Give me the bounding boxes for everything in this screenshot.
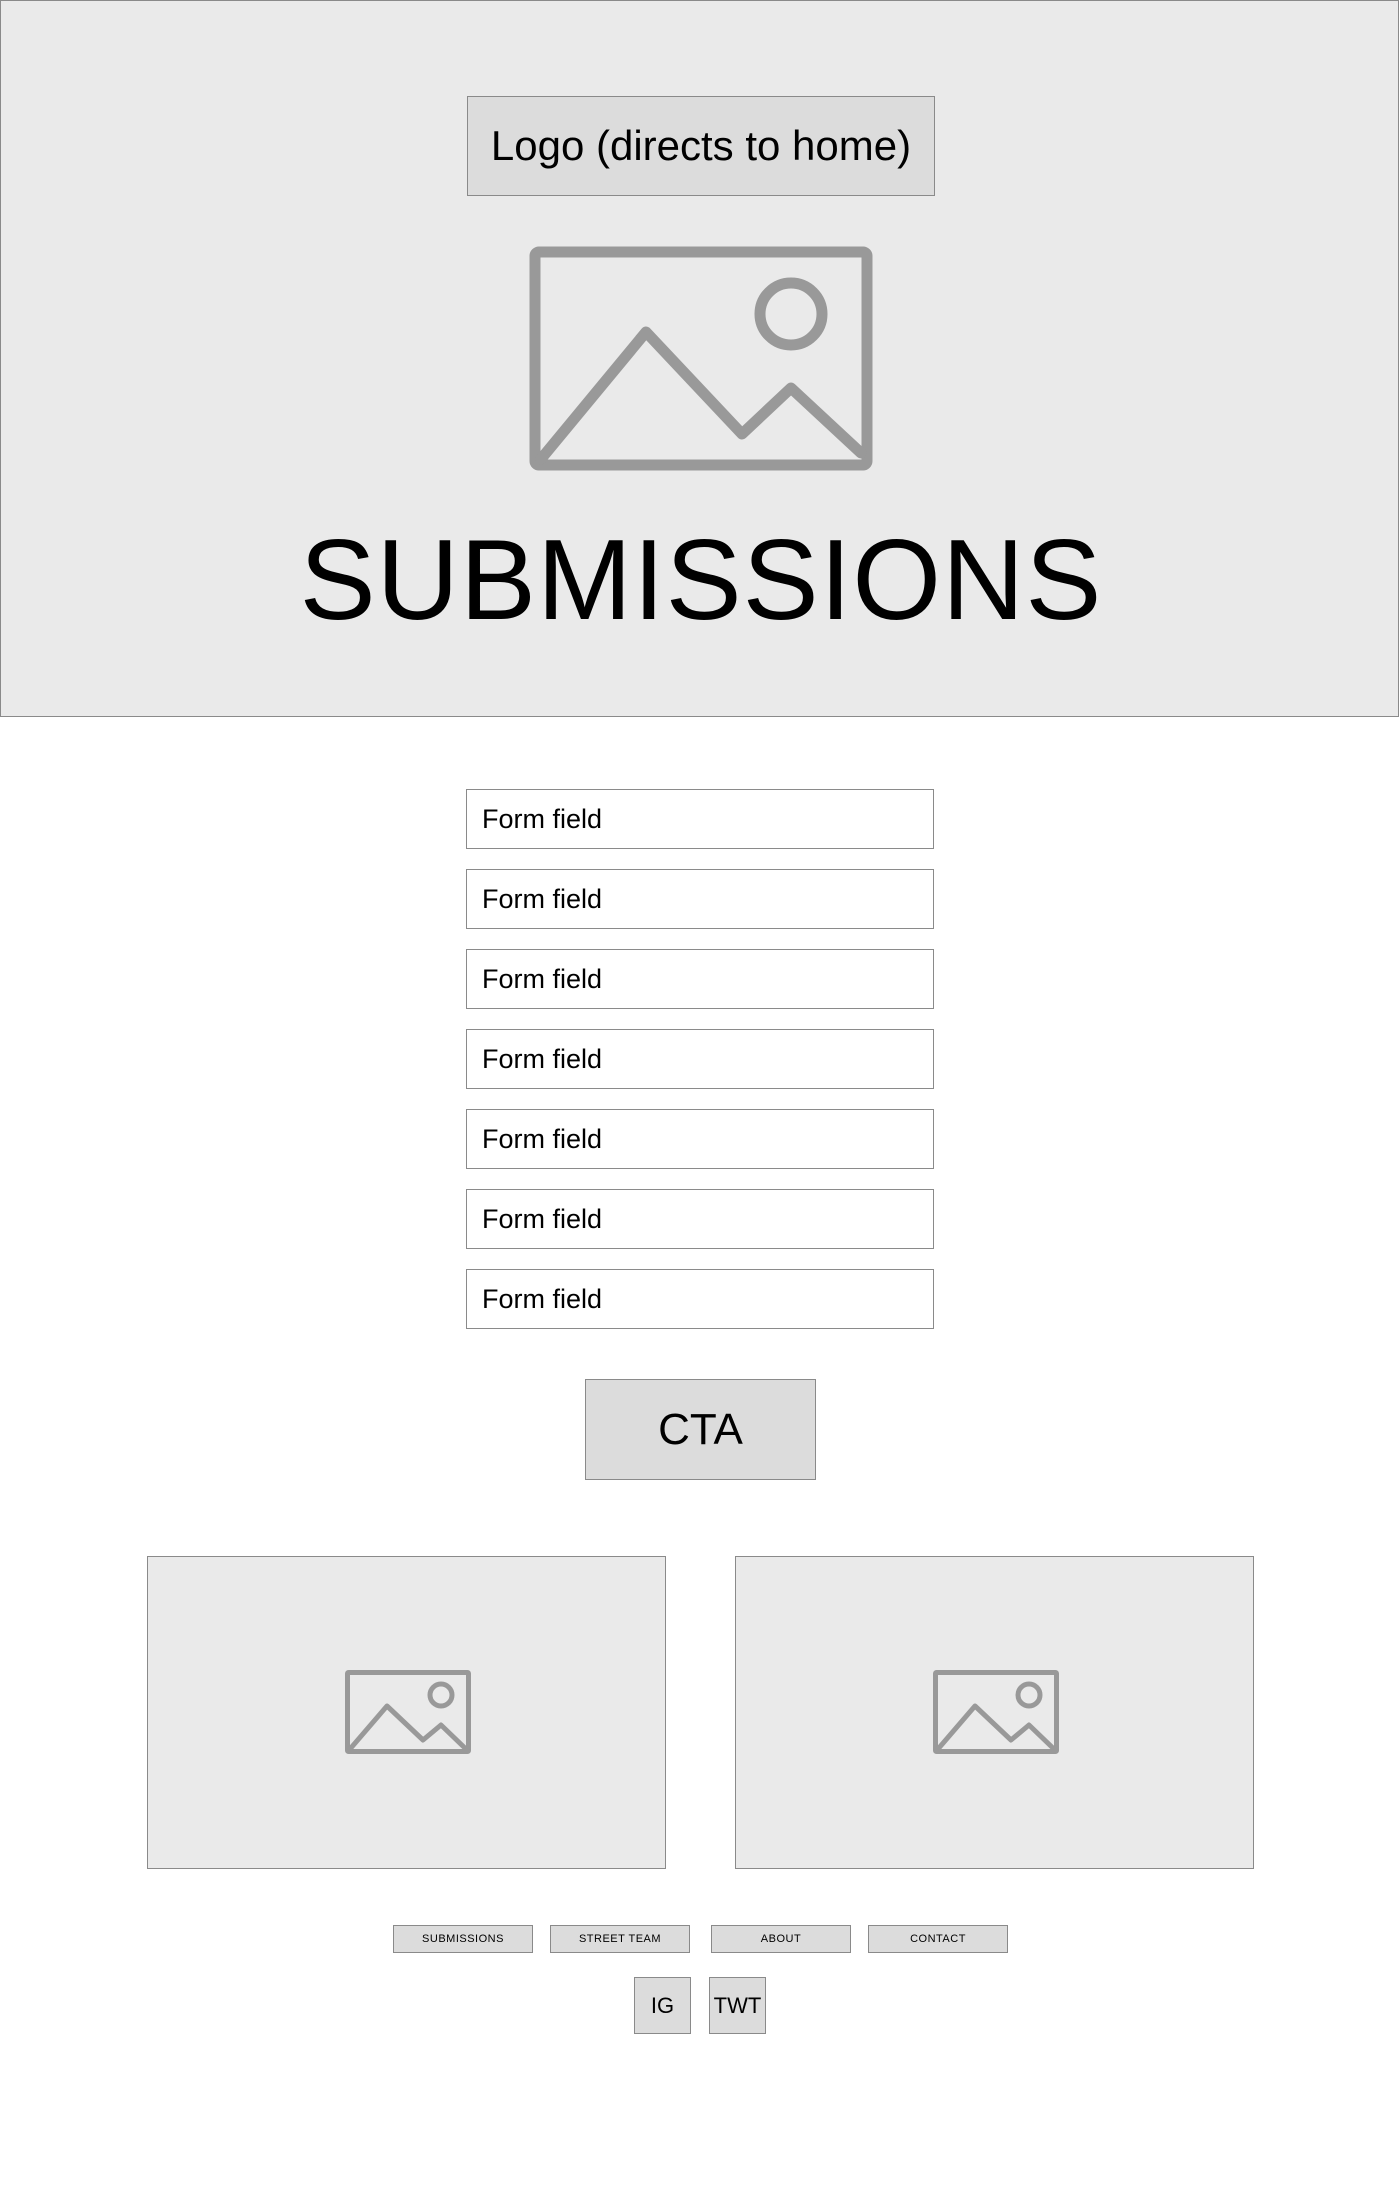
instagram-link[interactable]: IG	[634, 1977, 691, 2034]
twitter-link[interactable]: TWT	[709, 1977, 766, 2034]
footer-nav-street-team[interactable]: STREET TEAM	[550, 1925, 690, 1953]
form-field-7[interactable]	[466, 1269, 934, 1329]
gallery-tile-1	[147, 1556, 666, 1869]
form-field-3[interactable]	[466, 949, 934, 1009]
cta-button[interactable]: CTA	[585, 1379, 816, 1480]
form-field-2[interactable]	[466, 869, 934, 929]
form-field-6[interactable]	[466, 1189, 934, 1249]
gallery-tile-2	[735, 1556, 1254, 1869]
image-placeholder-icon	[529, 246, 873, 471]
form-field-1[interactable]	[466, 789, 934, 849]
footer-nav-submissions[interactable]: SUBMISSIONS	[393, 1925, 533, 1953]
footer-nav-contact[interactable]: CONTACT	[868, 1925, 1008, 1953]
logo-label: Logo (directs to home)	[490, 122, 912, 169]
form-field-5[interactable]	[466, 1109, 934, 1169]
hero-section: Logo (directs to home) SUBMISSIONS	[0, 0, 1399, 717]
page-title: SUBMISSIONS	[299, 517, 1103, 644]
image-placeholder-icon	[933, 1670, 1059, 1754]
image-placeholder-icon	[345, 1670, 471, 1754]
form-field-4[interactable]	[466, 1029, 934, 1089]
logo-link[interactable]: Logo (directs to home)	[467, 96, 935, 196]
footer-nav-about[interactable]: ABOUT	[711, 1925, 851, 1953]
